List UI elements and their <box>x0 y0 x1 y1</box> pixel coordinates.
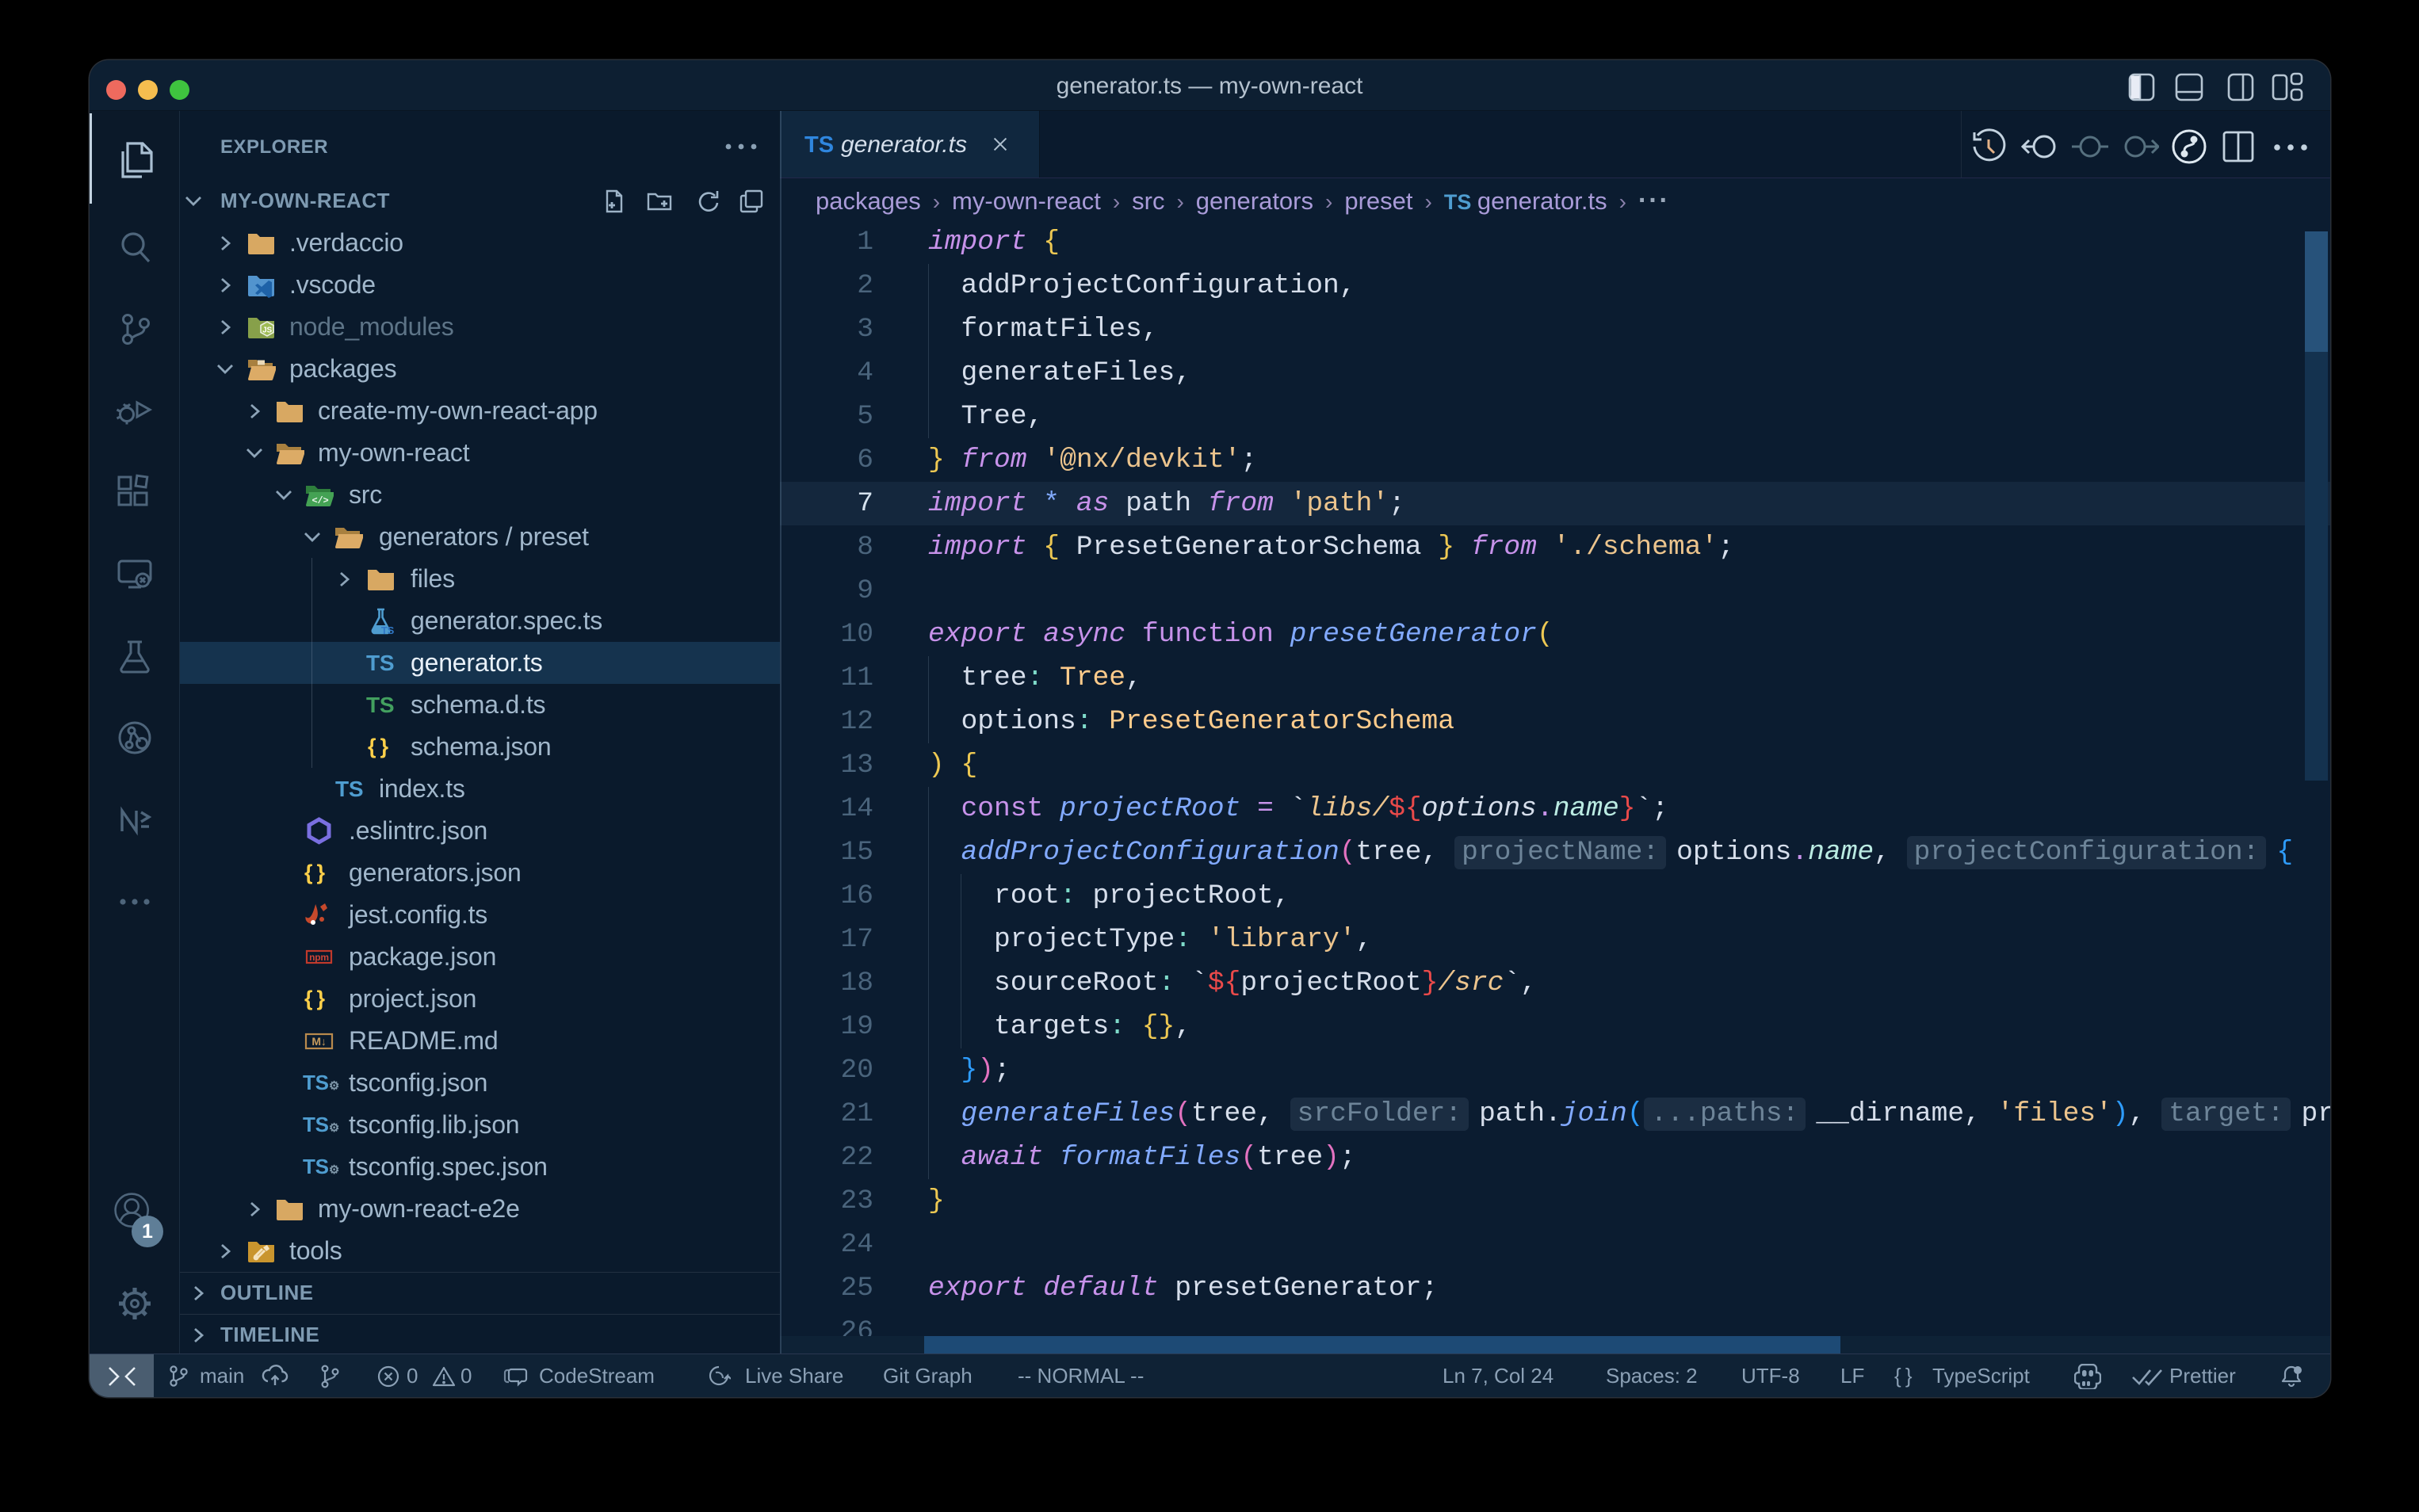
svg-text:npm: npm <box>309 952 329 963</box>
svg-text:TS: TS <box>381 624 395 636</box>
svg-text:</>: </> <box>311 495 328 506</box>
svg-text:JS: JS <box>262 326 272 334</box>
svg-text:M↓: M↓ <box>311 1035 326 1048</box>
